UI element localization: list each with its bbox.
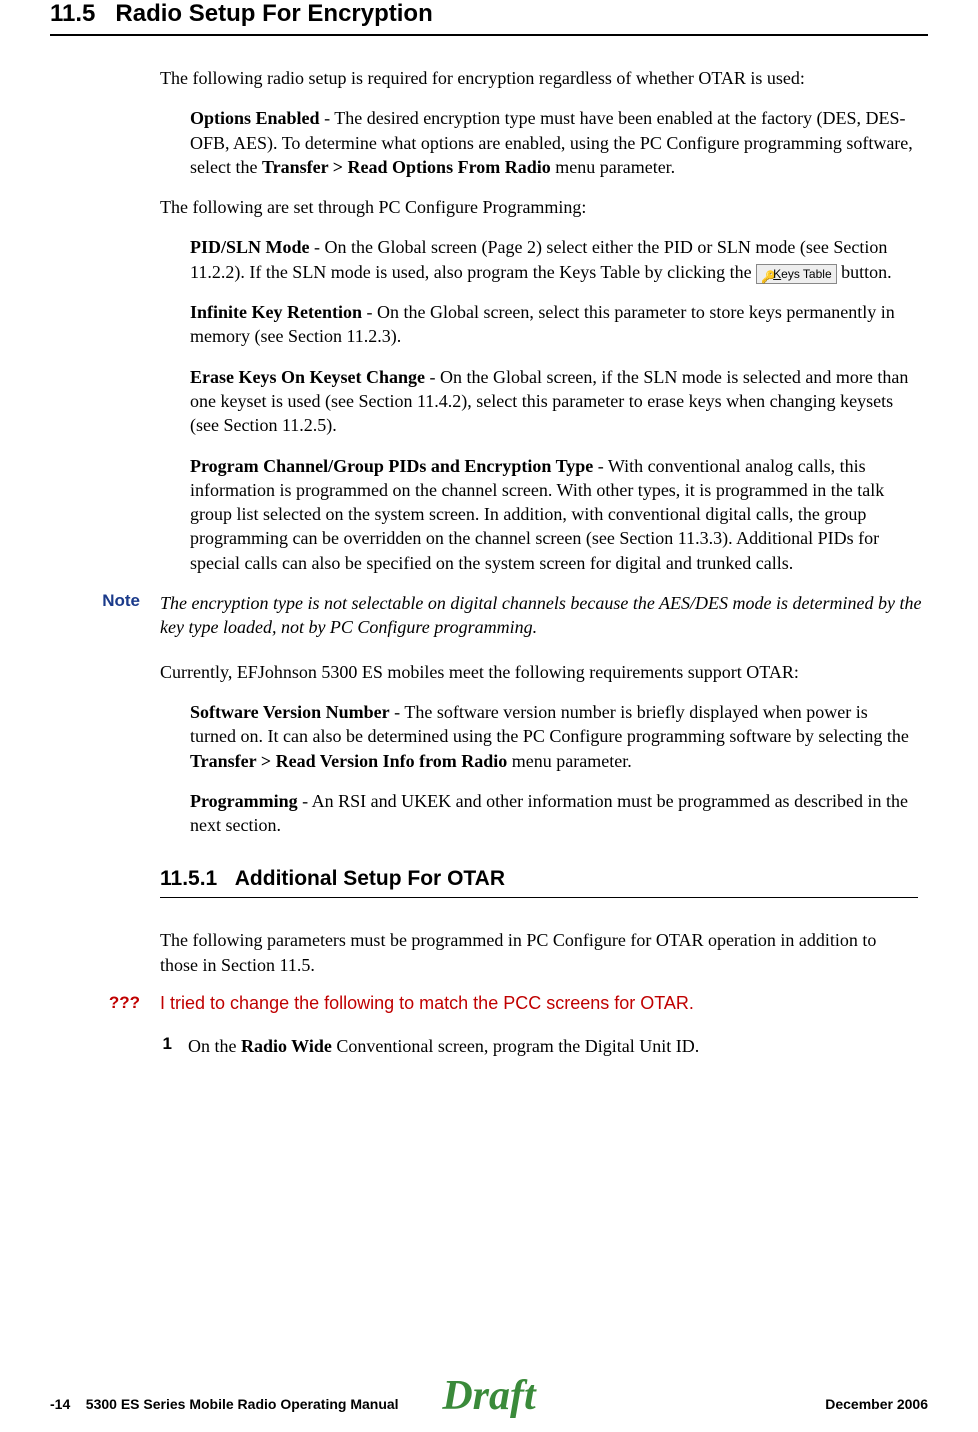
ikr-para: Infinite Key Retention - On the Global s… — [190, 300, 918, 349]
key-icon: 🔑 — [761, 269, 771, 279]
svn-head: Software Version Number — [190, 702, 390, 722]
erase-para: Erase Keys On Keyset Change - On the Glo… — [190, 365, 918, 438]
otar-intro-para: Currently, EFJohnson 5300 ES mobiles mee… — [160, 660, 918, 684]
options-enabled-head: Options Enabled — [190, 108, 320, 128]
svn-t2: menu parameter. — [507, 751, 631, 771]
programming-head: Programming — [190, 791, 298, 811]
options-enabled-menu: Transfer > Read Options From Radio — [262, 157, 551, 177]
programming-t1: - An RSI and UKEK and other information … — [190, 791, 908, 835]
section-rule — [50, 34, 928, 36]
step-1-t2: Conventional screen, program the Digital… — [332, 1036, 699, 1056]
subsection-number: 11.5.1 — [160, 867, 217, 890]
section-number: 11.5 — [50, 0, 95, 27]
pidsln-para: PID/SLN Mode - On the Global screen (Pag… — [190, 235, 918, 284]
draft-watermark: Draft — [442, 1372, 535, 1420]
footer-right: December 2006 — [825, 1396, 928, 1412]
body-column: The following radio setup is required fo… — [160, 66, 918, 575]
erase-head: Erase Keys On Keyset Change — [190, 367, 425, 387]
svn-para: Software Version Number - The software v… — [190, 700, 918, 773]
note-label: Note — [50, 591, 140, 640]
section-heading: 11.5 Radio Setup For Encryption — [50, 0, 928, 34]
intro-para: The following radio setup is required fo… — [160, 66, 918, 90]
prog-para: Program Channel/Group PIDs and Encryptio… — [190, 454, 918, 575]
ikr-head: Infinite Key Retention — [190, 302, 362, 322]
prog-head: Program Channel/Group PIDs and Encryptio… — [190, 456, 593, 476]
step-1-text: On the Radio Wide Conventional screen, p… — [188, 1034, 699, 1058]
step-1: 1 On the Radio Wide Conventional screen,… — [160, 1034, 918, 1058]
section-title: Radio Setup For Encryption — [115, 0, 432, 27]
query-text: I tried to change the following to match… — [160, 993, 694, 1014]
footer-manual-title: 5300 ES Series Mobile Radio Operating Ma… — [86, 1396, 399, 1412]
pidsln-t2: button. — [837, 262, 892, 282]
note-block: Note The encryption type is not selectab… — [50, 591, 928, 640]
step-1-num: 1 — [160, 1034, 172, 1058]
options-enabled-para: Options Enabled - The desired encryption… — [190, 106, 918, 179]
options-enabled-t2: menu parameter. — [551, 157, 675, 177]
keys-table-button[interactable]: 🔑KKeys Tableeys Table — [756, 264, 837, 284]
step-1-bold: Radio Wide — [241, 1036, 332, 1056]
subsection-heading: 11.5.1 Additional Setup For OTAR — [160, 867, 918, 897]
footer-page-num: -14 — [50, 1396, 70, 1412]
sub-intro-para: The following parameters must be program… — [160, 928, 918, 977]
programming-para: Programming - An RSI and UKEK and other … — [190, 789, 918, 838]
subsection-title: Additional Setup For OTAR — [235, 867, 505, 890]
svn-menu: Transfer > Read Version Info from Radio — [190, 751, 507, 771]
query-label: ??? — [50, 993, 140, 1014]
pidsln-head: PID/SLN Mode — [190, 237, 310, 257]
note-text: The encryption type is not selectable on… — [160, 591, 928, 640]
subsection-rule — [160, 897, 918, 898]
footer-left: -14 5300 ES Series Mobile Radio Operatin… — [50, 1396, 399, 1412]
query-block: ??? I tried to change the following to m… — [50, 993, 928, 1014]
page-footer: -14 5300 ES Series Mobile Radio Operatin… — [50, 1396, 928, 1412]
pcc-intro-para: The following are set through PC Configu… — [160, 195, 918, 219]
step-1-t1: On the — [188, 1036, 241, 1056]
